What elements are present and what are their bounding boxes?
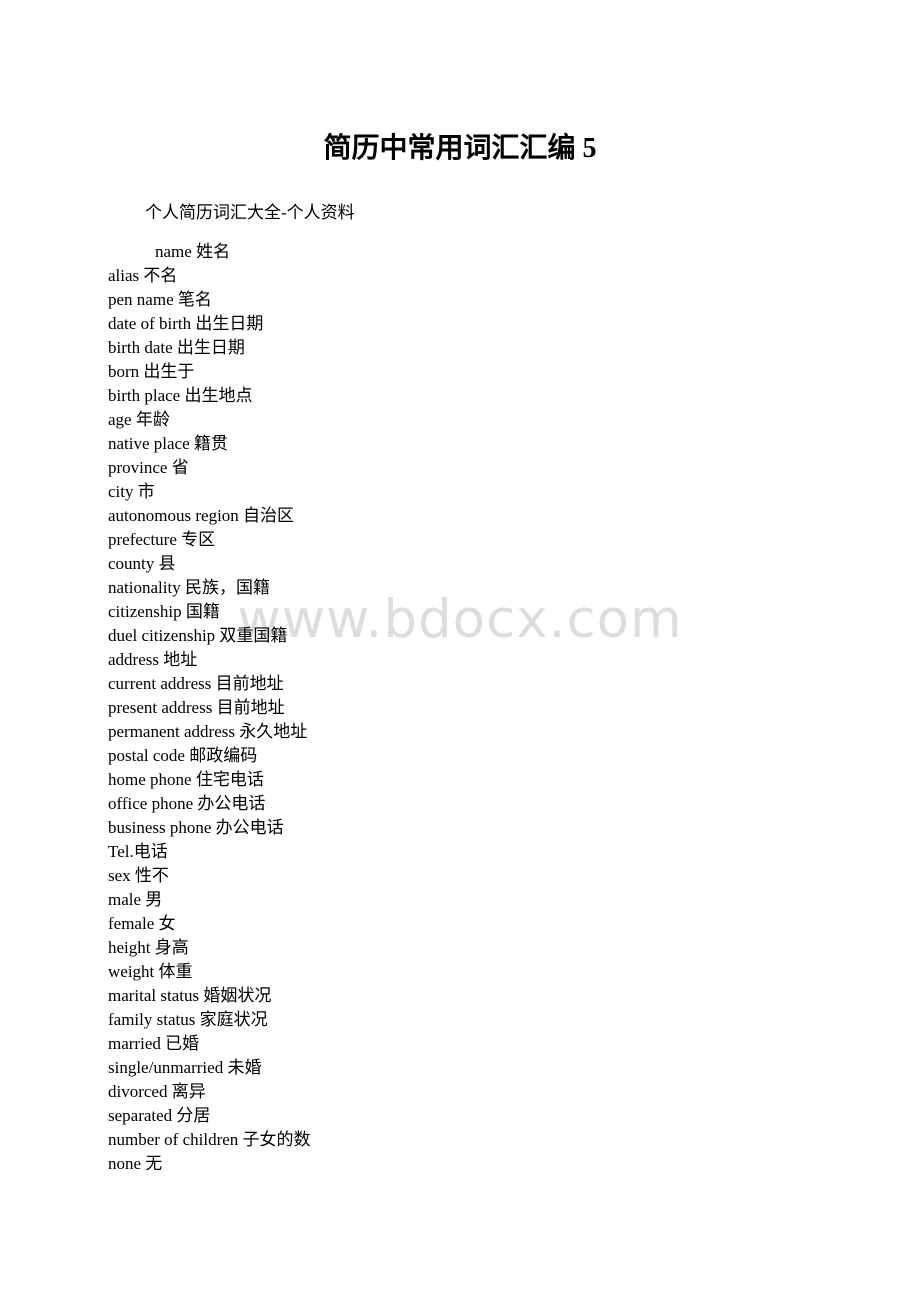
- list-item: home phone 住宅电话: [108, 770, 264, 789]
- list-item: birth place 出生地点: [108, 386, 253, 405]
- page-title: 简历中常用词汇汇编 5: [323, 133, 597, 164]
- list-item: female 女: [108, 914, 176, 933]
- list-item: citizenship 国籍: [108, 602, 220, 621]
- list-item: number of children 子女的数: [108, 1130, 311, 1149]
- vocabulary-list: name 姓名 alias 不名 pen name 笔名 date of birth …: [108, 240, 868, 1176]
- document-page: www.bdocx.com 简历中常用词汇汇编 5 个人简历词汇大全-个人资料 …: [0, 0, 920, 1302]
- list-item: sex 性不: [108, 866, 169, 885]
- list-item: present address 目前地址: [108, 698, 285, 717]
- list-item: nationality 民族，国籍: [108, 578, 270, 597]
- list-item: height 身高: [108, 938, 189, 957]
- list-item: office phone 办公电话: [108, 794, 266, 813]
- list-item: marital status 婚姻状况: [108, 986, 272, 1005]
- list-item: name 姓名: [155, 242, 231, 261]
- list-item: divorced 离异: [108, 1082, 206, 1101]
- document-subtitle: 个人简历词汇大全-个人资料: [145, 203, 355, 222]
- list-item: age 年龄: [108, 410, 170, 429]
- list-item: date of birth 出生日期: [108, 314, 264, 333]
- list-item: pen name 笔名: [108, 290, 212, 309]
- list-item: alias 不名: [108, 266, 178, 285]
- list-item: born 出生于: [108, 362, 195, 381]
- list-item: address 地址: [108, 650, 198, 669]
- list-item: permanent address 永久地址: [108, 722, 308, 741]
- list-item: current address 目前地址: [108, 674, 284, 693]
- list-item: postal code 邮政编码: [108, 746, 258, 765]
- list-item: business phone 办公电话: [108, 818, 284, 837]
- list-item: county 县: [108, 554, 176, 573]
- list-item: autonomous region 自治区: [108, 506, 295, 525]
- list-item: birth date 出生日期: [108, 338, 245, 357]
- list-item: native place 籍贯: [108, 434, 228, 453]
- list-item: separated 分居: [108, 1106, 211, 1125]
- list-item: weight 体重: [108, 962, 193, 981]
- list-item: prefecture 专区: [108, 530, 216, 549]
- list-item: Tel.电话: [108, 842, 168, 861]
- list-item: none 无: [108, 1154, 163, 1173]
- list-item: province 省: [108, 458, 189, 477]
- list-item: duel citizenship 双重国籍: [108, 626, 288, 645]
- list-item: single/unmarried 未婚: [108, 1058, 262, 1077]
- list-item: male 男: [108, 890, 163, 909]
- list-item: family status 家庭状况: [108, 1010, 268, 1029]
- list-item: married 已婚: [108, 1034, 200, 1053]
- list-item: city 市: [108, 482, 155, 501]
